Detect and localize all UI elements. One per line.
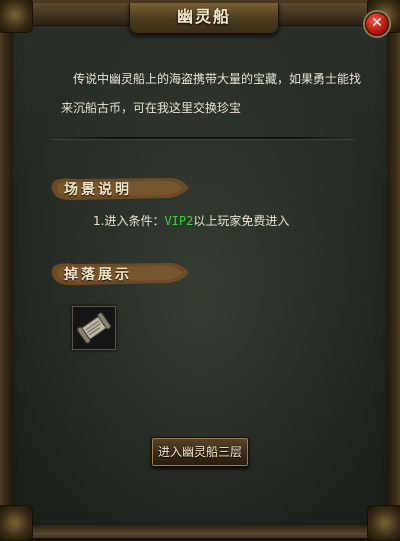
entry-condition: 1.进入条件：VIP2以上玩家免费进入 bbox=[93, 212, 289, 229]
enter-ghost-ship-button[interactable]: 进入幽灵船三层 bbox=[151, 437, 249, 467]
scroll-item-icon bbox=[73, 307, 115, 349]
drop-display-banner: 掉落展示 bbox=[51, 261, 191, 287]
scene-description-banner: 场景说明 bbox=[51, 176, 191, 202]
drop-item-slot[interactable] bbox=[72, 306, 116, 350]
condition-vip-level: VIP2 bbox=[164, 214, 194, 228]
close-icon: ✕ bbox=[371, 15, 383, 31]
section-divider bbox=[51, 137, 355, 139]
frame-right-border bbox=[387, 3, 397, 541]
frame-corner-ornament bbox=[367, 505, 400, 541]
close-button[interactable]: ✕ bbox=[365, 12, 389, 36]
frame-corner-ornament bbox=[0, 505, 33, 541]
frame-corner-ornament bbox=[0, 0, 33, 33]
scene-section-title: 场景说明 bbox=[64, 182, 132, 198]
dialog-title: 幽灵船 bbox=[176, 7, 231, 26]
intro-text: 传说中幽灵船上的海盗携带大量的宝藏，如果勇士能找来沉船古币，可在我这里交换珍宝 bbox=[61, 72, 362, 115]
title-plate: 幽灵船 bbox=[129, 3, 279, 34]
condition-suffix: 以上玩家免费进入 bbox=[193, 214, 290, 228]
drop-section-title: 掉落展示 bbox=[64, 267, 132, 283]
condition-prefix: 1.进入条件： bbox=[93, 214, 165, 228]
ghost-ship-dialog: 幽灵船 ✕ 传说中幽灵船上的海盗携带大量的宝藏，如果勇士能找来沉船古币，可在我这… bbox=[0, 0, 400, 541]
frame-bottom-border bbox=[3, 525, 400, 535]
frame-left-border bbox=[3, 3, 13, 541]
